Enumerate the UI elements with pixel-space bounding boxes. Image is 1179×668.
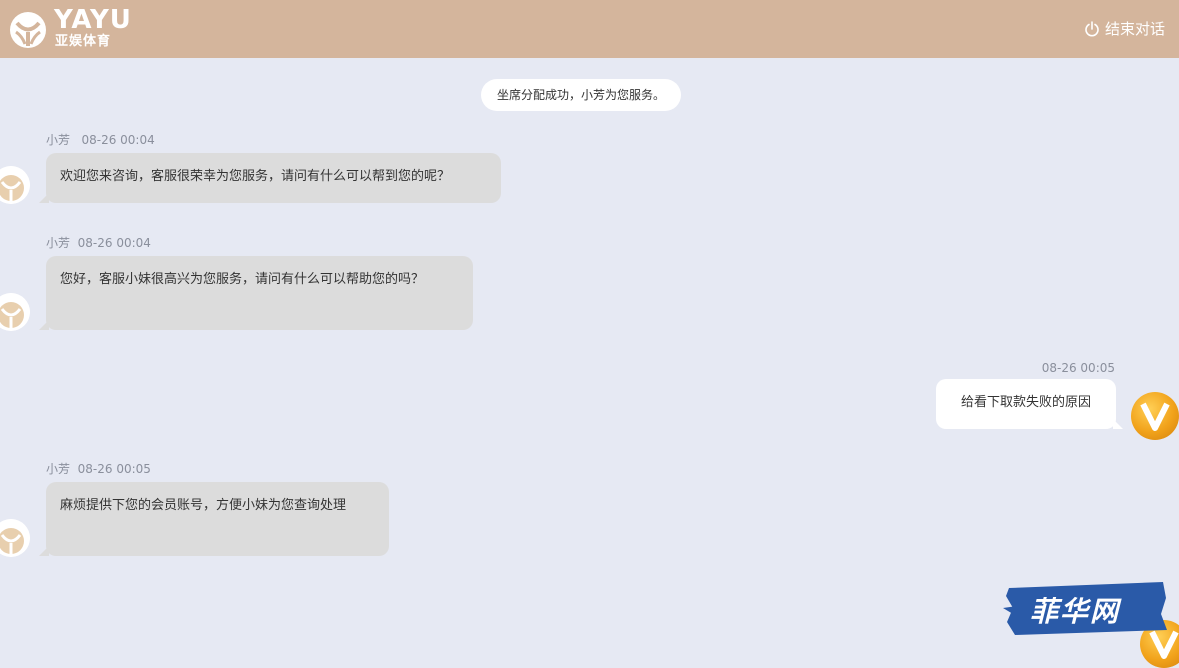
message-time: 08-26 00:05 [1041,361,1115,375]
header-bar: YAYU 亚娱体育 结束对话 [0,0,1179,58]
agent-message-bubble: 麻烦提供下您的会员账号，方便小妹为您查询处理 [39,482,389,556]
message-meta: 小芳 08-26 00:04 [46,236,151,250]
end-chat-label: 结束对话 [1104,20,1165,38]
user-avatar-icon [1131,392,1179,440]
logo-subtitle: 亚娱体育 [55,34,112,49]
message-time: 08-26 00:04 [81,133,155,147]
sender-name: 小芳 [46,462,71,476]
message-meta: 小芳 08-26 00:04 [46,133,155,147]
logo-word: YAYU [54,5,132,35]
system-notice: 坐席分配成功，小芳为您服务。 [481,79,681,111]
power-icon [1085,21,1099,37]
sender-name: 小芳 [46,133,71,147]
brand-logo: YAYU 亚娱体育 [8,5,138,52]
message-meta: 小芳 08-26 00:05 [46,462,151,476]
user-message-bubble: 给看下取款失败的原因 [936,379,1123,429]
logo-mark-icon [10,12,46,48]
watermark-text: 菲华网 [1030,595,1121,628]
agent-message-bubble: 您好，客服小妹很高兴为您服务，请问有什么可以帮助您的吗？ [39,256,473,330]
agent-message-bubble: 欢迎您来咨询，客服很荣幸为您服务，请问有什么可以帮到您的呢？ [39,153,501,203]
agent-avatar-icon [0,293,30,331]
message-time: 08-26 00:05 [77,462,151,476]
end-chat-button[interactable]: 结束对话 [1084,18,1165,40]
agent-avatar-icon [0,166,30,204]
sender-name: 小芳 [46,236,71,250]
message-time: 08-26 00:04 [77,236,151,250]
agent-avatar-icon [0,519,30,557]
